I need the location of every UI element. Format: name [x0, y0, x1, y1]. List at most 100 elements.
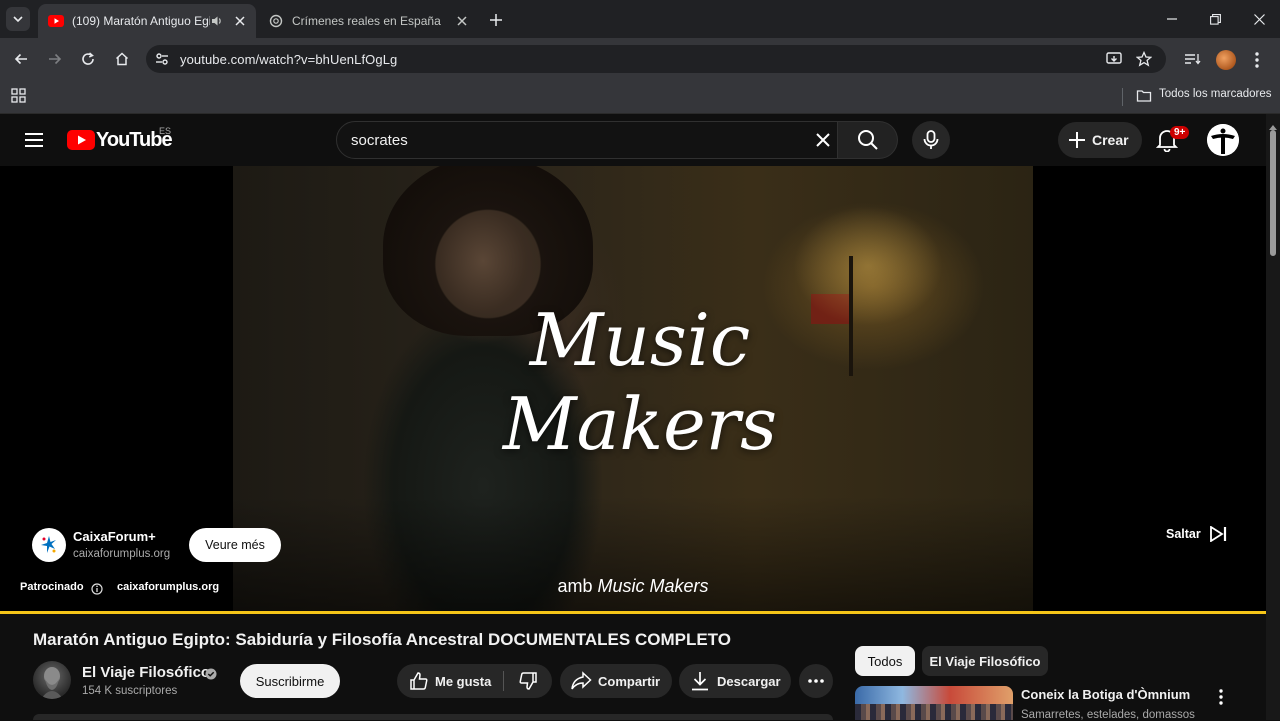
channel-name[interactable]: El Viaje Filosófico — [82, 664, 210, 681]
profile-avatar[interactable] — [1216, 50, 1236, 70]
back-button[interactable] — [8, 46, 34, 72]
chip-channel[interactable]: El Viaje Filosófico — [922, 646, 1048, 676]
lamp-glow — [793, 206, 943, 326]
sponsor-name[interactable]: CaixaForum+ — [73, 529, 156, 544]
browser-menu-icon[interactable] — [1253, 50, 1261, 70]
site-settings-icon[interactable] — [154, 51, 170, 67]
close-tab-icon[interactable] — [454, 13, 470, 29]
speaker-icon[interactable] — [210, 14, 224, 28]
tab-title: Crímenes reales en España — [292, 14, 441, 28]
chip-label: El Viaje Filosófico — [929, 653, 1041, 669]
home-icon — [115, 52, 129, 66]
reading-list-icon[interactable] — [1183, 51, 1201, 67]
youtube-logo[interactable]: YouTube — [67, 128, 173, 152]
account-avatar-icon — [1207, 124, 1239, 156]
dislike-button[interactable] — [504, 664, 552, 698]
share-icon — [571, 671, 592, 690]
download-label: Descargar — [717, 673, 781, 689]
channel-avatar[interactable] — [33, 661, 71, 699]
new-tab-button[interactable] — [485, 9, 507, 31]
skip-ad-button[interactable]: Saltar — [1166, 523, 1238, 545]
search-input[interactable]: socrates — [351, 132, 408, 149]
home-button[interactable] — [109, 46, 135, 72]
scrollbar-thumb[interactable] — [1270, 130, 1276, 256]
microphone-icon — [923, 130, 939, 149]
reload-icon — [82, 52, 94, 65]
caixa-star-icon — [41, 536, 56, 553]
description-edge — [33, 714, 833, 720]
ad-progress-bar[interactable] — [0, 611, 1266, 614]
apps-grid-icon[interactable] — [11, 88, 27, 104]
tab-strip: (109) Maratón Antiguo Egipt Crímenes rea… — [0, 0, 1280, 38]
arrow-right-icon — [49, 53, 62, 65]
chip-todos[interactable]: Todos — [855, 646, 915, 676]
chevron-down-icon — [13, 16, 23, 23]
sidebar-thumbnail[interactable] — [855, 686, 1013, 720]
voice-search-button[interactable] — [912, 121, 950, 159]
reload-button[interactable] — [75, 46, 101, 72]
sidebar-item-title[interactable]: Coneix la Botiga d'Òmnium — [1021, 687, 1190, 702]
sidebar-item-menu-icon[interactable] — [1217, 688, 1225, 706]
tab-title: (109) Maratón Antiguo Egipt — [72, 14, 210, 28]
search-icon — [857, 130, 878, 150]
hamburger-menu-icon[interactable] — [24, 131, 44, 149]
scroll-up-arrow-icon[interactable] — [1269, 117, 1277, 130]
thumb-crowd — [855, 704, 1013, 720]
create-button[interactable]: Crear — [1058, 122, 1142, 158]
sponsor-domain[interactable]: caixaforumplus.org — [73, 548, 170, 560]
tab-active[interactable]: (109) Maratón Antiguo Egipt — [38, 4, 256, 38]
sponsor-logo[interactable] — [32, 528, 66, 562]
video-player[interactable]: Music Makers CaixaForum+ caixaforumplus.… — [0, 166, 1266, 613]
ad-title: Music Makers — [480, 298, 800, 466]
more-horizontal-icon — [808, 679, 824, 683]
all-bookmarks-link[interactable]: Todos los marcadores — [1159, 88, 1272, 100]
subscriber-count: 154 K suscriptores — [82, 685, 178, 697]
youtube-play-logo-icon — [67, 130, 95, 150]
more-actions-button[interactable] — [799, 664, 833, 698]
ad-title-line1: Music — [529, 298, 751, 382]
search-box[interactable]: socrates — [336, 121, 838, 159]
bookmark-star-icon[interactable] — [1135, 50, 1153, 67]
notifications-button[interactable]: 9+ — [1155, 126, 1190, 154]
plus-icon — [490, 14, 502, 26]
clear-search-icon[interactable] — [815, 132, 831, 148]
close-icon — [1253, 13, 1265, 25]
restore-icon — [1209, 13, 1221, 25]
tab-inactive[interactable]: Crímenes reales en España — [258, 4, 478, 38]
youtube-favicon-icon — [48, 13, 64, 29]
plus-icon — [1069, 132, 1085, 148]
arrow-left-icon — [14, 53, 27, 65]
skip-next-icon — [1209, 526, 1226, 542]
minimize-button[interactable] — [1160, 8, 1184, 30]
tab-search-button[interactable] — [6, 7, 30, 31]
download-icon — [692, 672, 708, 691]
like-button[interactable]: Me gusta — [397, 664, 503, 698]
like-dislike-group: Me gusta — [397, 664, 552, 698]
video-title: Maratón Antiguo Egipto: Sabiduría y Filo… — [33, 630, 731, 649]
minimize-icon — [1167, 18, 1177, 20]
search-button[interactable] — [838, 121, 898, 159]
lamp-stand — [849, 256, 853, 376]
folder-icon — [1136, 88, 1152, 104]
skip-label: Saltar — [1166, 527, 1201, 541]
close-tab-icon[interactable] — [232, 13, 248, 29]
bookmarks-bar: Todos los marcadores — [0, 80, 1280, 114]
subscribe-button[interactable]: Suscribirme — [240, 664, 340, 698]
cta-button[interactable]: Veure més — [189, 528, 281, 562]
restore-button[interactable] — [1203, 8, 1227, 30]
account-avatar[interactable] — [1207, 124, 1239, 156]
like-label: Me gusta — [435, 673, 492, 689]
create-label: Crear — [1092, 132, 1129, 148]
verified-icon — [205, 667, 217, 680]
download-button[interactable]: Descargar — [679, 664, 791, 698]
ad-caption: amb Music Makers — [480, 576, 786, 597]
close-window-button[interactable] — [1247, 8, 1271, 30]
share-label: Compartir — [598, 673, 661, 689]
forward-button[interactable] — [42, 46, 68, 72]
info-icon[interactable] — [91, 582, 103, 595]
sponsored-domain[interactable]: caixaforumplus.org — [117, 581, 219, 593]
share-button[interactable]: Compartir — [560, 664, 672, 698]
bookmarks-divider — [1122, 88, 1123, 106]
statue-avatar-icon — [41, 667, 63, 699]
install-app-icon[interactable] — [1106, 51, 1122, 67]
